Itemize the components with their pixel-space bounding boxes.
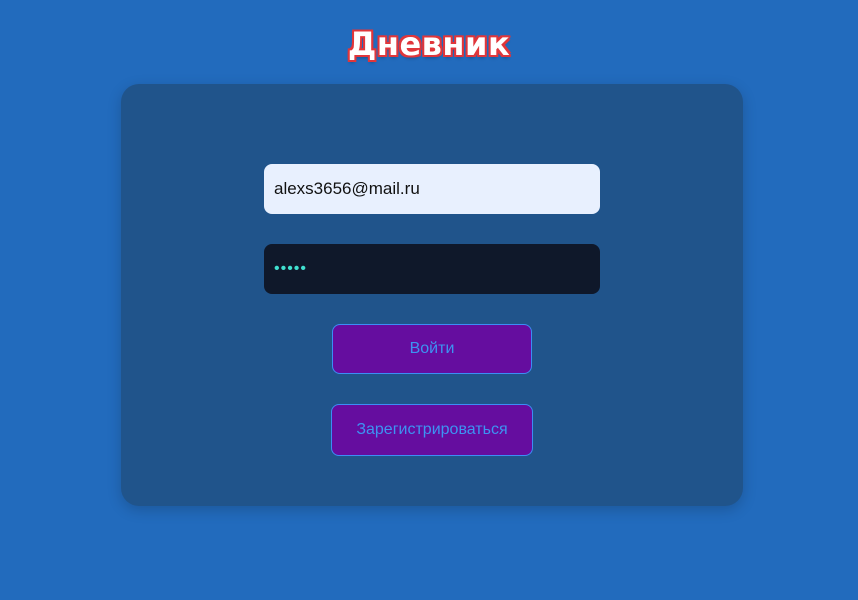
password-field[interactable]	[264, 244, 600, 294]
email-field[interactable]	[264, 164, 600, 214]
login-button[interactable]: Войти	[332, 324, 532, 374]
app-title: Дневник	[347, 24, 511, 64]
login-card: Войти Зарегистрироваться	[121, 84, 743, 506]
register-button[interactable]: Зарегистрироваться	[331, 404, 533, 456]
